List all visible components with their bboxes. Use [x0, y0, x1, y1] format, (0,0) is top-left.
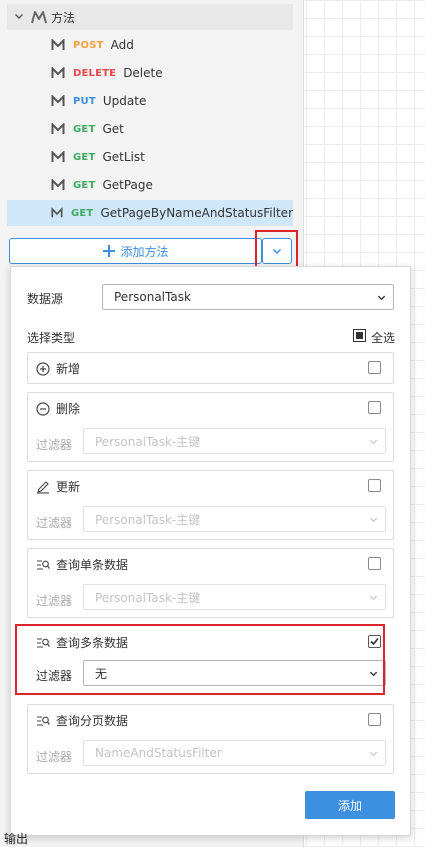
http-method-badge: PUT — [73, 95, 96, 107]
chevron-down-icon — [377, 295, 386, 301]
tree-item-label: GetPage — [102, 178, 153, 192]
chevron-down-icon — [369, 751, 378, 757]
methods-icon — [31, 11, 47, 24]
plus-circle-icon — [36, 361, 50, 376]
http-method-badge: GET — [73, 179, 96, 191]
card-add: 新增 — [27, 352, 394, 384]
chevron-down-icon — [369, 517, 378, 523]
tree-item-label: Add — [110, 38, 134, 52]
card-query-page-filter-select: NameAndStatusFilter — [83, 740, 386, 766]
method-m-icon — [51, 67, 65, 78]
tree-item-update[interactable]: PUT Update — [7, 88, 293, 114]
card-delete-filter-label: 过滤器 — [36, 438, 73, 452]
card-query-page: 查询分页数据 过滤器 NameAndStatusFilter — [27, 704, 394, 774]
card-query-page-checkbox[interactable] — [368, 713, 381, 726]
list-search-icon — [37, 715, 50, 726]
plus-icon — [103, 245, 116, 257]
card-query-single-filter-value: PersonalTask-主键 — [95, 590, 201, 605]
output-panel-label[interactable]: 输出 — [4, 830, 28, 847]
add-method-popup: 数据源 PersonalTask 选择类型 全选 新增 删除 过滤器 Perso… — [10, 266, 411, 836]
datasource-value: PersonalTask — [114, 290, 191, 304]
card-update-filter-label: 过滤器 — [36, 516, 73, 530]
methods-group-row[interactable]: 方法 — [7, 4, 293, 30]
card-update-filter-select: PersonalTask-主键 — [83, 506, 386, 532]
card-delete-title: 删除 — [56, 402, 81, 416]
card-query-single-title: 查询单条数据 — [56, 558, 129, 572]
card-update-title: 更新 — [56, 480, 81, 494]
card-query-single-filter-select: PersonalTask-主键 — [83, 584, 386, 610]
method-m-icon — [51, 207, 63, 218]
card-update: 更新 过滤器 PersonalTask-主键 — [27, 470, 394, 540]
card-delete-checkbox[interactable] — [368, 401, 381, 414]
method-m-icon — [51, 179, 65, 190]
card-delete-filter-select: PersonalTask-主键 — [83, 428, 386, 454]
select-all-label[interactable]: 全选 — [371, 329, 395, 346]
method-m-icon — [51, 123, 65, 134]
tree-item-getlist[interactable]: GET GetList — [7, 144, 293, 170]
tree-item-getpagebynameandstatusfilter[interactable]: GET GetPageByNameAndStatusFilter — [7, 200, 293, 226]
card-update-filter-value: PersonalTask-主键 — [95, 512, 201, 527]
http-method-badge: POST — [73, 39, 104, 51]
card-add-title: 新增 — [56, 362, 81, 376]
tree-item-label: GetPageByNameAndStatusFilter — [100, 206, 293, 220]
add-button[interactable]: 添加 — [305, 791, 395, 819]
card-query-page-filter-value: NameAndStatusFilter — [95, 746, 222, 760]
select-type-label: 选择类型 — [27, 331, 76, 345]
tree-item-label: Update — [102, 94, 147, 108]
tree-item-getpage[interactable]: GET GetPage — [7, 172, 293, 198]
method-m-icon — [51, 39, 65, 50]
methods-group-label: 方法 — [51, 10, 76, 25]
add-method-button[interactable]: 添加方法 — [9, 238, 262, 264]
selected-card-highlight-box — [15, 624, 385, 695]
edit-icon — [37, 480, 49, 494]
tree-item-label: Get — [102, 122, 124, 136]
chevron-down-icon — [369, 595, 378, 601]
method-m-icon — [51, 151, 65, 162]
http-method-badge: GET — [73, 151, 96, 163]
card-add-checkbox[interactable] — [368, 361, 381, 374]
method-m-icon — [51, 95, 65, 106]
card-query-single: 查询单条数据 过滤器 PersonalTask-主键 — [27, 548, 394, 618]
card-query-page-filter-label: 过滤器 — [36, 750, 73, 764]
datasource-select[interactable]: PersonalTask — [102, 284, 394, 310]
select-all-checkbox[interactable] — [353, 329, 366, 342]
card-query-single-checkbox[interactable] — [368, 557, 381, 570]
datasource-label: 数据源 — [27, 292, 64, 306]
tree-item-label: Delete — [123, 66, 163, 80]
card-query-page-title: 查询分页数据 — [56, 714, 129, 728]
http-method-badge: DELETE — [73, 67, 117, 79]
list-search-icon — [37, 559, 50, 570]
card-query-single-filter-label: 过滤器 — [36, 594, 73, 608]
http-method-badge: GET — [73, 123, 96, 135]
card-delete: 删除 过滤器 PersonalTask-主键 — [27, 392, 394, 462]
minus-circle-icon — [36, 401, 50, 416]
add-method-label: 添加方法 — [120, 244, 169, 259]
tree-item-delete[interactable]: DELETE Delete — [7, 60, 293, 86]
chevron-down-icon — [369, 439, 378, 445]
tree-item-get[interactable]: GET Get — [7, 116, 293, 142]
http-method-badge: GET — [70, 207, 94, 219]
card-update-checkbox[interactable] — [368, 479, 381, 492]
card-delete-filter-value: PersonalTask-主键 — [95, 434, 201, 449]
chevron-down-icon[interactable] — [11, 11, 27, 24]
tree-item-label: GetList — [102, 150, 145, 164]
tree-item-add[interactable]: POST Add — [7, 32, 293, 58]
